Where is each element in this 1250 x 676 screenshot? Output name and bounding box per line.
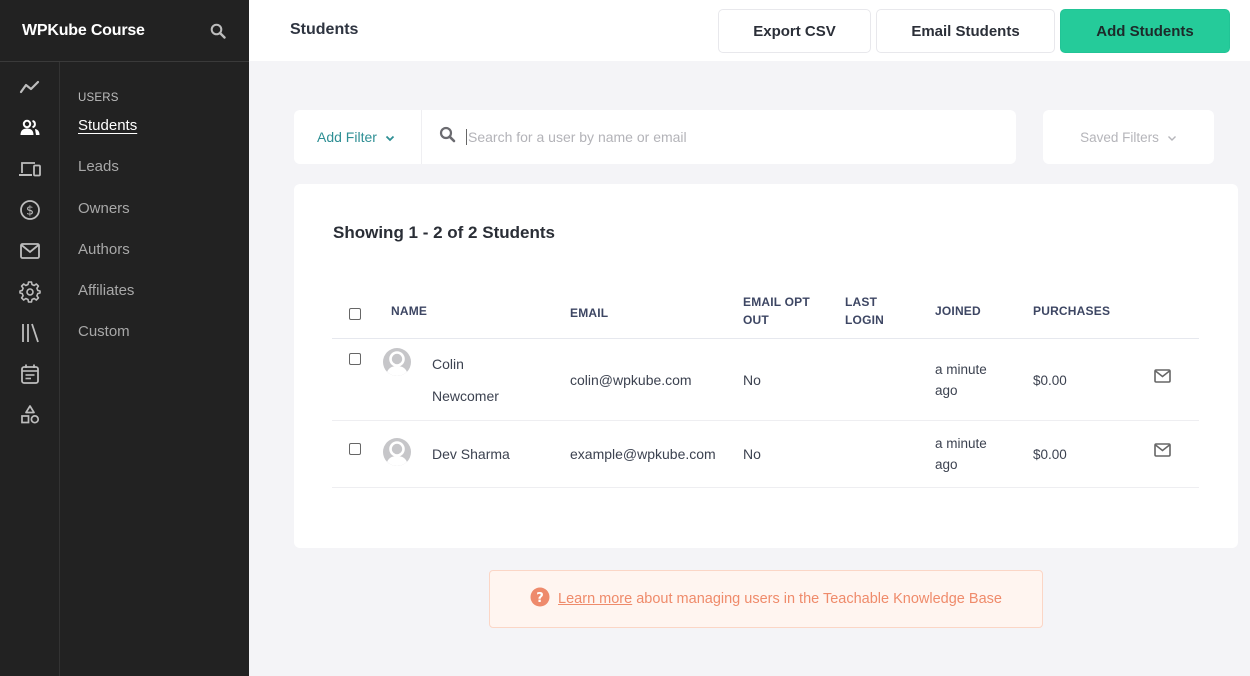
section-heading: USERS	[78, 92, 119, 104]
student-name-last[interactable]: Newcomer	[432, 386, 499, 407]
purchases-value: $0.00	[1033, 447, 1067, 462]
joined-line1: a minute	[935, 362, 987, 377]
filter-bar: Add Filter	[294, 110, 1016, 164]
purchases-value: $0.00	[1033, 373, 1067, 388]
search-field	[422, 110, 1016, 164]
saved-filters-label: Saved Filters	[1080, 129, 1159, 145]
table-row[interactable]: Colin Newcomer colin@wpkube.com No a min…	[332, 339, 1199, 421]
row-checkbox[interactable]	[349, 443, 361, 455]
column-joined[interactable]: JOINED	[935, 302, 981, 320]
sidebar-header: WPKube Course	[0, 0, 249, 62]
column-email[interactable]: EMAIL	[570, 304, 608, 322]
column-email-opt-out-line2: OUT	[743, 313, 769, 327]
row-checkbox[interactable]	[349, 353, 361, 365]
students-card: Showing 1 - 2 of 2 Students NAME EMAIL E…	[294, 184, 1238, 548]
help-banner: ? Learn more about managing users in the…	[489, 570, 1043, 628]
learn-more-link[interactable]: Learn more	[558, 591, 632, 607]
page-title: Students	[290, 21, 359, 38]
calendar-icon[interactable]	[0, 353, 60, 394]
email-students-button[interactable]: Email Students	[876, 9, 1055, 53]
users-subnav: USERS Students Leads Owners Authors Affi…	[61, 62, 249, 676]
table-row[interactable]: Dev Sharma example@wpkube.com No a minut…	[332, 421, 1199, 488]
sidebar-item-affiliates[interactable]: Affiliates	[78, 281, 249, 322]
joined-line1: a minute	[935, 436, 987, 451]
avatar	[383, 348, 411, 376]
add-filter-label: Add Filter	[317, 129, 377, 145]
gear-icon[interactable]	[0, 271, 60, 312]
results-summary: Showing 1 - 2 of 2 Students	[333, 223, 555, 242]
chevron-down-icon	[385, 129, 395, 145]
column-purchases[interactable]: PURCHASES	[1033, 302, 1110, 320]
chevron-down-icon	[1167, 130, 1177, 145]
library-icon[interactable]	[0, 312, 60, 353]
sidebar-item-students[interactable]: Students	[78, 116, 249, 157]
mail-icon[interactable]	[0, 230, 60, 271]
search-icon[interactable]	[209, 22, 227, 40]
export-csv-button[interactable]: Export CSV	[718, 9, 871, 53]
sidebar-item-owners[interactable]: Owners	[78, 199, 249, 240]
student-email: colin@wpkube.com	[570, 372, 692, 388]
sidebar-item-authors[interactable]: Authors	[78, 240, 249, 281]
svg-text:$: $	[26, 202, 34, 217]
joined-value: a minute ago	[935, 359, 987, 401]
search-input[interactable]	[466, 129, 986, 145]
student-name-first[interactable]: Colin	[432, 354, 464, 375]
users-icon[interactable]	[0, 107, 60, 148]
add-students-button[interactable]: Add Students	[1060, 9, 1230, 53]
saved-filters-dropdown[interactable]: Saved Filters	[1043, 110, 1214, 164]
devices-icon[interactable]	[0, 148, 60, 189]
student-name[interactable]: Dev Sharma	[432, 444, 510, 465]
sidebar-item-leads[interactable]: Leads	[78, 157, 249, 198]
email-opt-out-value: No	[743, 446, 761, 462]
add-filter-dropdown[interactable]: Add Filter	[294, 110, 422, 164]
column-email-opt-out-line1: EMAIL OPT	[743, 295, 810, 309]
student-email: example@wpkube.com	[570, 446, 716, 462]
help-text: Learn more about managing users in the T…	[558, 591, 1002, 607]
email-opt-out-value: No	[743, 372, 761, 388]
column-email-opt-out[interactable]: EMAIL OPT OUT	[743, 293, 810, 329]
shapes-icon[interactable]	[0, 394, 60, 435]
top-bar: Students Export CSV Email Students Add S…	[249, 0, 1250, 61]
sidebar-item-custom[interactable]: Custom	[78, 322, 249, 363]
select-all-checkbox[interactable]	[349, 308, 361, 320]
help-description: about managing users in the Teachable Kn…	[636, 591, 1002, 607]
column-last-login-line2: LOGIN	[845, 313, 884, 327]
joined-line2: ago	[935, 457, 958, 472]
column-last-login[interactable]: LAST LOGIN	[845, 293, 884, 329]
email-student-icon[interactable]	[1154, 369, 1171, 383]
column-last-login-line1: LAST	[845, 295, 878, 309]
joined-line2: ago	[935, 383, 958, 398]
joined-value: a minute ago	[935, 433, 987, 475]
students-table: NAME EMAIL EMAIL OPT OUT LAST LOGIN JOIN…	[332, 292, 1199, 488]
svg-text:?: ?	[536, 591, 544, 606]
dollar-icon[interactable]: $	[0, 189, 60, 230]
school-name[interactable]: WPKube Course	[22, 22, 145, 40]
email-student-icon[interactable]	[1154, 443, 1171, 457]
column-name[interactable]: NAME	[391, 302, 427, 320]
search-icon	[439, 126, 456, 148]
question-circle-icon: ?	[530, 587, 550, 611]
table-header: NAME EMAIL EMAIL OPT OUT LAST LOGIN JOIN…	[332, 292, 1199, 339]
analytics-icon[interactable]	[0, 66, 60, 107]
avatar	[383, 438, 411, 466]
icon-rail: $	[0, 62, 60, 676]
sidebar: WPKube Course $ USERS Students Leads Own…	[0, 0, 249, 676]
